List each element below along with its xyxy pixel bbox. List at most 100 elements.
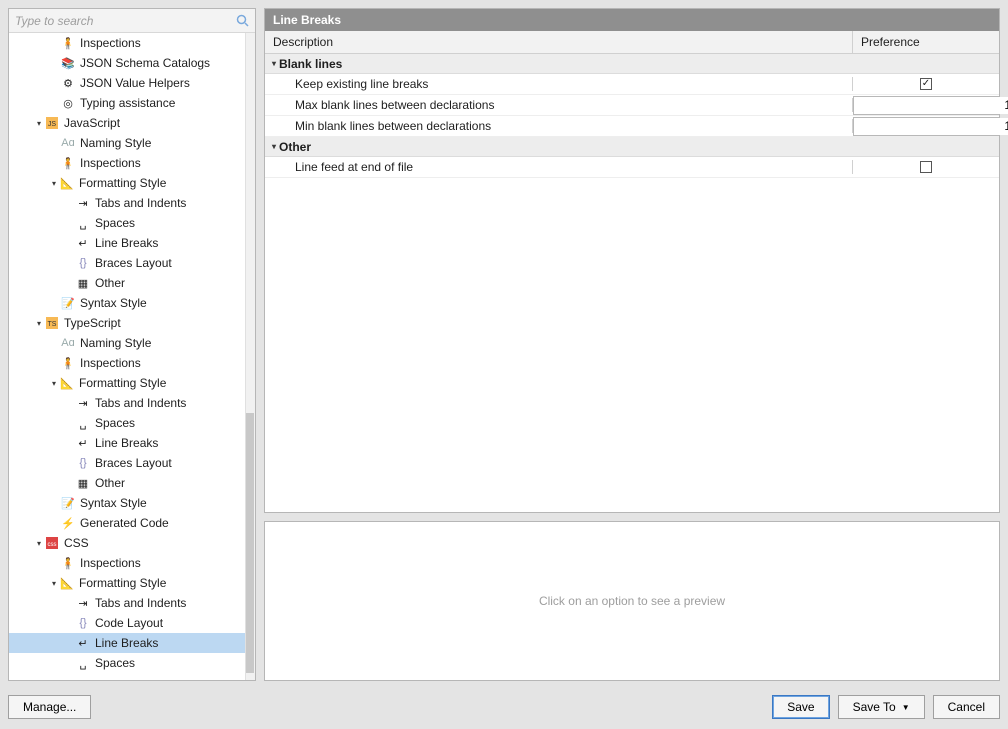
manage-button[interactable]: Manage...	[8, 695, 91, 719]
option-row[interactable]: Min blank lines between declarations ▲▼	[265, 116, 999, 137]
save-button[interactable]: Save	[772, 695, 829, 719]
spinner-max-blank[interactable]: ▲▼	[853, 96, 999, 115]
tree-item-json-value-helpers[interactable]: ⚙JSON Value Helpers	[9, 73, 245, 93]
person-icon: 🧍	[60, 36, 76, 50]
tree-label: JSON Value Helpers	[80, 76, 190, 90]
tree-item-generated-code[interactable]: ⚡ Generated Code	[9, 513, 245, 533]
sidebar: 🧍 Inspections 📚JSON Schema Catalogs ⚙JSON…	[8, 8, 256, 681]
caret-down-icon: ▾	[34, 119, 44, 128]
tree-item-spaces[interactable]: ␣Spaces	[9, 413, 245, 433]
tree-item-braces-layout[interactable]: {}Braces Layout	[9, 453, 245, 473]
tree-item-braces-layout[interactable]: {}Braces Layout	[9, 253, 245, 273]
spinner-input[interactable]	[854, 97, 1008, 114]
tree-label: Braces Layout	[95, 456, 172, 470]
option-label: Min blank lines between declarations	[265, 119, 853, 133]
scrollbar-thumb[interactable]	[246, 413, 254, 673]
dialog-footer: Manage... Save Save To▼ Cancel	[0, 685, 1008, 729]
tree-item-inspections[interactable]: 🧍Inspections	[9, 353, 245, 373]
tree-label: Spaces	[95, 416, 135, 430]
option-row[interactable]: Max blank lines between declarations ▲▼	[265, 95, 999, 116]
format-icon: 📐	[59, 176, 75, 190]
tree-item-line-breaks[interactable]: ↵ Line Breaks	[9, 233, 245, 253]
tree-item-line-breaks[interactable]: ↵Line Breaks	[9, 433, 245, 453]
tree-item-spaces[interactable]: ␣ Spaces	[9, 213, 245, 233]
search-icon[interactable]	[235, 13, 251, 29]
search-input[interactable]	[13, 12, 235, 30]
option-row[interactable]: Keep existing line breaks ✓	[265, 74, 999, 95]
svg-text:JS: JS	[48, 121, 57, 128]
tree-item-typing-assistance[interactable]: ◎Typing assistance	[9, 93, 245, 113]
person-icon: 🧍	[60, 156, 76, 170]
column-description: Description	[265, 31, 853, 53]
tree-item-naming-style[interactable]: AɑNaming Style	[9, 133, 245, 153]
tree-label: Syntax Style	[80, 296, 147, 310]
tree-label: Spaces	[95, 656, 135, 670]
tree-label: Line Breaks	[95, 636, 158, 650]
caret-down-icon: ▾	[34, 319, 44, 328]
tree-label: Code Layout	[95, 616, 163, 630]
tree-item-formatting-style[interactable]: ▾📐 Formatting Style	[9, 173, 245, 193]
spinner-input[interactable]	[854, 118, 1008, 135]
tree-item-code-layout[interactable]: {} Code Layout	[9, 613, 245, 633]
tree-item-json-schema-catalogs[interactable]: 📚JSON Schema Catalogs	[9, 53, 245, 73]
tree-item-inspections[interactable]: 🧍 Inspections	[9, 33, 245, 53]
spinner-min-blank[interactable]: ▲▼	[853, 117, 999, 136]
ts-icon: TS	[44, 316, 60, 330]
tree-label: Generated Code	[80, 516, 169, 530]
save-to-button[interactable]: Save To▼	[838, 695, 925, 719]
tree-item-formatting-style[interactable]: ▾📐Formatting Style	[9, 373, 245, 393]
tree-label: Line Breaks	[95, 236, 158, 250]
braces-icon: {}	[75, 616, 91, 630]
grid-header: Description Preference	[265, 31, 999, 54]
tree-label: Inspections	[80, 36, 141, 50]
tree-label: TypeScript	[64, 316, 121, 330]
tree-item-typescript[interactable]: ▾ TS TypeScript	[9, 313, 245, 333]
tree-item-other[interactable]: ▦Other	[9, 473, 245, 493]
tree-label: Other	[95, 276, 125, 290]
group-other[interactable]: ▾Other	[265, 137, 999, 157]
checkbox-keep-existing[interactable]: ✓	[920, 78, 932, 90]
caret-down-icon: ▾	[49, 179, 59, 188]
tree-label: Inspections	[80, 156, 141, 170]
tree-item-syntax-style[interactable]: 📝Syntax Style	[9, 493, 245, 513]
tree-label: Formatting Style	[79, 176, 166, 190]
linebreak-icon: ↵	[75, 636, 91, 650]
tree-item-other[interactable]: ▦ Other	[9, 273, 245, 293]
tree-item-tabs-indents[interactable]: ⇥Tabs and Indents	[9, 193, 245, 213]
tree-item-inspections[interactable]: 🧍Inspections	[9, 553, 245, 573]
svg-text:TS: TS	[48, 321, 57, 328]
group-label: Blank lines	[279, 57, 342, 71]
caret-down-icon: ▾	[49, 379, 59, 388]
tree-item-tabs-indents[interactable]: ⇥Tabs and Indents	[9, 393, 245, 413]
tree-item-naming-style[interactable]: AɑNaming Style	[9, 333, 245, 353]
cancel-button[interactable]: Cancel	[933, 695, 1000, 719]
tree-label: Spaces	[95, 216, 135, 230]
options-panel: Line Breaks Description Preference ▾Blan…	[264, 8, 1000, 513]
tree-item-syntax-style[interactable]: 📝Syntax Style	[9, 293, 245, 313]
tree-label: Tabs and Indents	[95, 396, 186, 410]
tree-item-tabs-indents[interactable]: ⇥Tabs and Indents	[9, 593, 245, 613]
generated-icon: ⚡	[60, 516, 76, 530]
tree-item-inspections[interactable]: 🧍 Inspections	[9, 153, 245, 173]
linebreak-icon: ↵	[75, 236, 91, 250]
tree-item-spaces[interactable]: ␣Spaces	[9, 653, 245, 673]
tree-label: Typing assistance	[80, 96, 175, 110]
tree-item-formatting-style[interactable]: ▾📐Formatting Style	[9, 573, 245, 593]
spaces-icon: ␣	[75, 216, 91, 230]
caret-down-icon: ▾	[34, 539, 44, 548]
naming-icon: Aɑ	[60, 136, 76, 150]
checkbox-line-feed-eof[interactable]	[920, 161, 932, 173]
format-icon: 📐	[59, 576, 75, 590]
person-icon: 🧍	[60, 356, 76, 370]
indent-icon: ⇥	[75, 596, 91, 610]
group-blank-lines[interactable]: ▾Blank lines	[265, 54, 999, 74]
options-tree[interactable]: 🧍 Inspections 📚JSON Schema Catalogs ⚙JSON…	[9, 33, 245, 680]
option-label: Max blank lines between declarations	[265, 98, 853, 112]
other-icon: ▦	[75, 276, 91, 290]
tree-item-javascript[interactable]: ▾JSJavaScript	[9, 113, 245, 133]
tree-item-line-breaks[interactable]: ↵ Line Breaks	[9, 633, 245, 653]
group-label: Other	[279, 140, 311, 154]
naming-icon: Aɑ	[60, 336, 76, 350]
tree-item-css[interactable]: ▾cssCSS	[9, 533, 245, 553]
option-row[interactable]: Line feed at end of file	[265, 157, 999, 178]
